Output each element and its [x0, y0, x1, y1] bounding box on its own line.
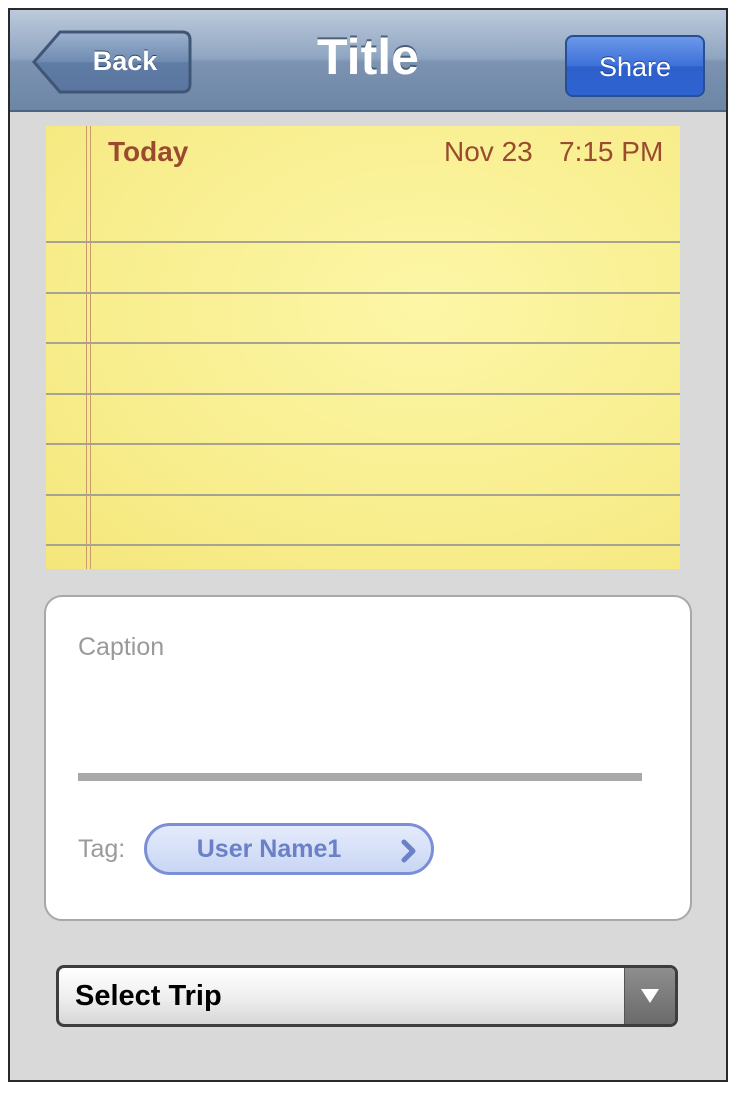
note-date: Nov 23 — [444, 136, 533, 167]
note-margin-line — [86, 126, 87, 569]
tag-label: Tag: — [78, 835, 126, 863]
note-rule-line — [46, 393, 680, 395]
note-rule-line — [46, 241, 680, 243]
note-day-label: Today — [108, 136, 189, 167]
note-time: 7:15 PM — [559, 136, 664, 167]
note-rule-line — [46, 494, 680, 496]
share-button[interactable]: Share — [565, 35, 705, 97]
note-rule-line — [46, 443, 680, 445]
note-rule-line — [46, 544, 680, 546]
note-rule-line — [46, 292, 680, 294]
select-trip-label: Select Trip — [75, 980, 222, 1012]
tag-user-name: User Name1 — [196, 835, 342, 863]
note-rule-line — [46, 342, 680, 344]
app-screen: Back Title Share Today Nov 23 7:15 PM Ca… — [8, 8, 728, 1082]
tag-user-button[interactable]: User Name1 — [144, 823, 434, 875]
navigation-bar: Back Title Share — [10, 10, 726, 112]
caption-input[interactable]: Caption — [78, 633, 164, 662]
caption-divider — [78, 773, 642, 781]
note-margin-line — [90, 126, 91, 569]
select-trip-dropdown[interactable]: Select Trip — [56, 965, 678, 1027]
chevron-right-icon — [401, 839, 417, 868]
note-paper[interactable]: Today Nov 23 7:15 PM — [46, 126, 680, 569]
caption-card: Caption Tag: User Name1 — [44, 595, 692, 921]
dropdown-arrow-icon — [641, 989, 659, 1003]
dropdown-arrow-button[interactable] — [624, 968, 675, 1024]
